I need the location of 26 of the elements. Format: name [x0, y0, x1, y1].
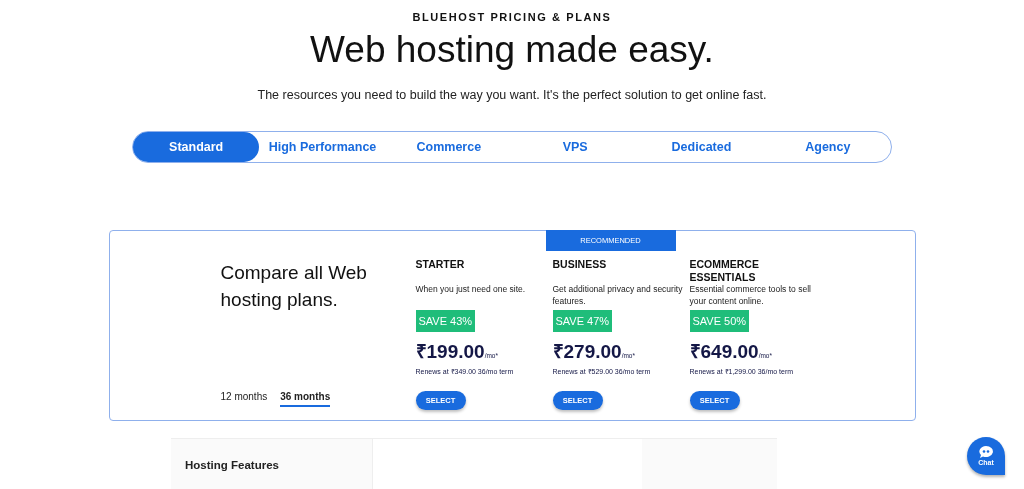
plan-tab[interactable]: Commerce: [385, 132, 512, 163]
plan-price: ₹649.00: [689, 340, 759, 365]
save-badge: SAVE 43%: [415, 310, 476, 333]
plan-tab[interactable]: Standard: [133, 132, 260, 163]
plan-name: BUSINESS: [552, 258, 608, 273]
plan-tab[interactable]: High Performance: [259, 132, 386, 163]
plan-tab[interactable]: Agency: [764, 132, 891, 163]
save-badge: SAVE 50%: [689, 310, 750, 333]
term-tab[interactable]: 36 months: [280, 391, 331, 407]
plan-price: ₹279.00: [552, 340, 622, 365]
features-heading: Hosting Features: [185, 459, 279, 471]
plan-description: When you just need one site.: [415, 284, 527, 297]
term-tab[interactable]: 12 months: [220, 391, 268, 407]
page-subtitle: The resources you need to build the way you want. It's the perfect solution to get online fast.: [257, 88, 767, 102]
plan-description: Essential commerce tools to sell your content online.: [689, 284, 812, 308]
page-eyebrow: BLUEHOST PRICING & PLANS: [412, 11, 612, 23]
plan-name: STARTER: [415, 258, 466, 273]
save-badge: SAVE 47%: [552, 310, 613, 333]
page-title: Web hosting made easy.: [310, 29, 714, 71]
plan-description: Get additional privacy and security features.: [552, 284, 684, 308]
plan-tab[interactable]: Dedicated: [638, 132, 765, 163]
plan-price: ₹199.00: [415, 340, 485, 365]
compare-heading: Compare all Web hosting plans.: [220, 261, 368, 313]
plan-name: ECOMMERCE ESSENTIALS: [689, 258, 760, 285]
plan-tab[interactable]: VPS: [512, 132, 639, 163]
speech-bubble-icon: [979, 446, 993, 458]
